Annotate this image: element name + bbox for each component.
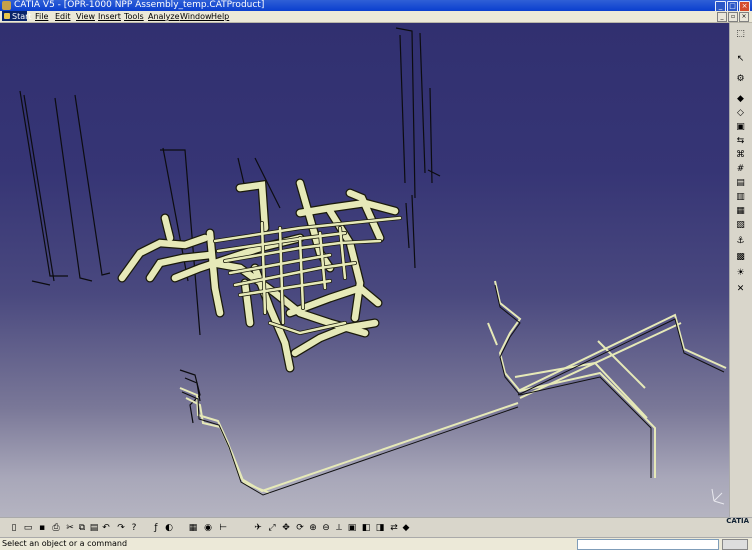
- normal-view-icon[interactable]: ⟂: [333, 522, 345, 534]
- menu-help[interactable]: Help: [211, 11, 229, 22]
- scene-icon[interactable]: ▩: [734, 251, 747, 263]
- manage-representations-icon[interactable]: ▥: [734, 191, 747, 203]
- menu-start-label: Start: [12, 12, 32, 21]
- quick-view-icon[interactable]: ▣: [346, 522, 358, 534]
- menu-file[interactable]: File: [35, 11, 48, 22]
- rotate-icon[interactable]: ⟳: [294, 522, 306, 534]
- menu-start[interactable]: Start: [2, 11, 32, 21]
- select-icon[interactable]: ⬚: [734, 28, 747, 40]
- zoom-out-icon[interactable]: ⊖: [320, 522, 332, 534]
- sun-icon[interactable]: ☀: [734, 267, 747, 279]
- command-button[interactable]: [722, 539, 748, 550]
- print-icon[interactable]: ⎙: [50, 522, 62, 534]
- constraint-icon[interactable]: ▧: [734, 219, 747, 231]
- undo-icon[interactable]: ↶: [100, 522, 112, 534]
- catia-app-icon[interactable]: [2, 1, 11, 10]
- menu-bar: Start File Edit View Insert Tools Analyz…: [0, 11, 752, 23]
- copy-icon[interactable]: ⧉: [76, 522, 88, 534]
- workbench-icon[interactable]: ⚙: [734, 73, 747, 85]
- product-icon[interactable]: ◆: [734, 93, 747, 105]
- pan-icon[interactable]: ✥: [280, 522, 292, 534]
- document-window-controls: _ ▫ ×: [717, 12, 749, 22]
- menu-window[interactable]: Window: [180, 11, 212, 22]
- title-bar: CATIA V5 - [OPR-1000 NPP Assembly_temp.C…: [0, 0, 752, 12]
- zoom-in-icon[interactable]: ⊕: [307, 522, 319, 534]
- catalog-icon[interactable]: ▦: [187, 522, 199, 534]
- paste-icon[interactable]: ▤: [88, 522, 100, 534]
- menu-insert[interactable]: Insert: [98, 11, 121, 22]
- multi-instantiation-icon[interactable]: ▦: [734, 205, 747, 217]
- save-icon[interactable]: ▪: [36, 522, 48, 534]
- menu-analyze[interactable]: Analyze: [148, 11, 180, 22]
- right-toolbar: ⬚ ↖ ⚙ ◆ ◇ ▣ ⇆ ⌘ # ▤ ▥ ▦ ▧ ⚓ ▩ ☀ ✕: [729, 23, 752, 517]
- cancel-icon[interactable]: ✕: [734, 283, 747, 295]
- part-icon[interactable]: ◇: [734, 107, 747, 119]
- apply-material-icon[interactable]: ◆: [400, 522, 412, 534]
- component-icon[interactable]: ▣: [734, 121, 747, 133]
- fix-icon[interactable]: ⚓: [734, 235, 747, 247]
- generate-numbering-icon[interactable]: #: [734, 163, 747, 175]
- start-icon: [4, 13, 10, 19]
- doc-minimize-button[interactable]: _: [717, 12, 727, 22]
- catia-logo: CATIA: [726, 517, 749, 525]
- bottom-toolbar: ▯ ▭ ▪ ⎙ ✂ ⧉ ▤ ↶ ↷ ? ƒ ◐ ▦ ◉ ⊢ ✈ ⤢ ✥ ⟳ ⊕ …: [0, 517, 752, 538]
- graph-tree-icon[interactable]: ⌘: [734, 149, 747, 161]
- piping-model[interactable]: [0, 23, 730, 517]
- formula-icon[interactable]: ƒ: [150, 522, 162, 534]
- doc-close-button[interactable]: ×: [739, 12, 749, 22]
- menu-edit[interactable]: Edit: [55, 11, 71, 22]
- menu-tools[interactable]: Tools: [124, 11, 144, 22]
- select-arrow-icon[interactable]: ↖: [734, 53, 747, 65]
- swap-space-icon[interactable]: ⇄: [388, 522, 400, 534]
- command-input[interactable]: [577, 539, 719, 550]
- whats-this-icon[interactable]: ?: [128, 522, 140, 534]
- main-pipe-assembly: [117, 178, 402, 373]
- new-icon[interactable]: ▯: [8, 522, 20, 534]
- knowledge-icon[interactable]: ◐: [163, 522, 175, 534]
- status-message: Select an object or a command: [2, 539, 128, 548]
- menu-view[interactable]: View: [76, 11, 95, 22]
- redo-icon[interactable]: ↷: [115, 522, 127, 534]
- analysis-icon[interactable]: ◉: [202, 522, 214, 534]
- selective-load-icon[interactable]: ▤: [734, 177, 747, 189]
- 3d-viewport[interactable]: [0, 23, 730, 517]
- window-title: CATIA V5 - [OPR-1000 NPP Assembly_temp.C…: [14, 0, 265, 10]
- compass-axis-icon[interactable]: [711, 488, 725, 505]
- fly-icon[interactable]: ✈: [252, 522, 264, 534]
- render-style-icon[interactable]: ◧: [360, 522, 372, 534]
- hide-show-icon[interactable]: ◨: [374, 522, 386, 534]
- status-bar: Select an object or a command: [0, 537, 752, 550]
- wireframe-outline: [181, 284, 725, 496]
- cut-icon[interactable]: ✂: [64, 522, 76, 534]
- measure-icon[interactable]: ⊢: [217, 522, 229, 534]
- open-icon[interactable]: ▭: [22, 522, 34, 534]
- wireframe-pipes: [179, 280, 727, 494]
- fit-all-icon[interactable]: ⤢: [266, 522, 278, 534]
- doc-restore-button[interactable]: ▫: [728, 12, 738, 22]
- replace-icon[interactable]: ⇆: [734, 135, 747, 147]
